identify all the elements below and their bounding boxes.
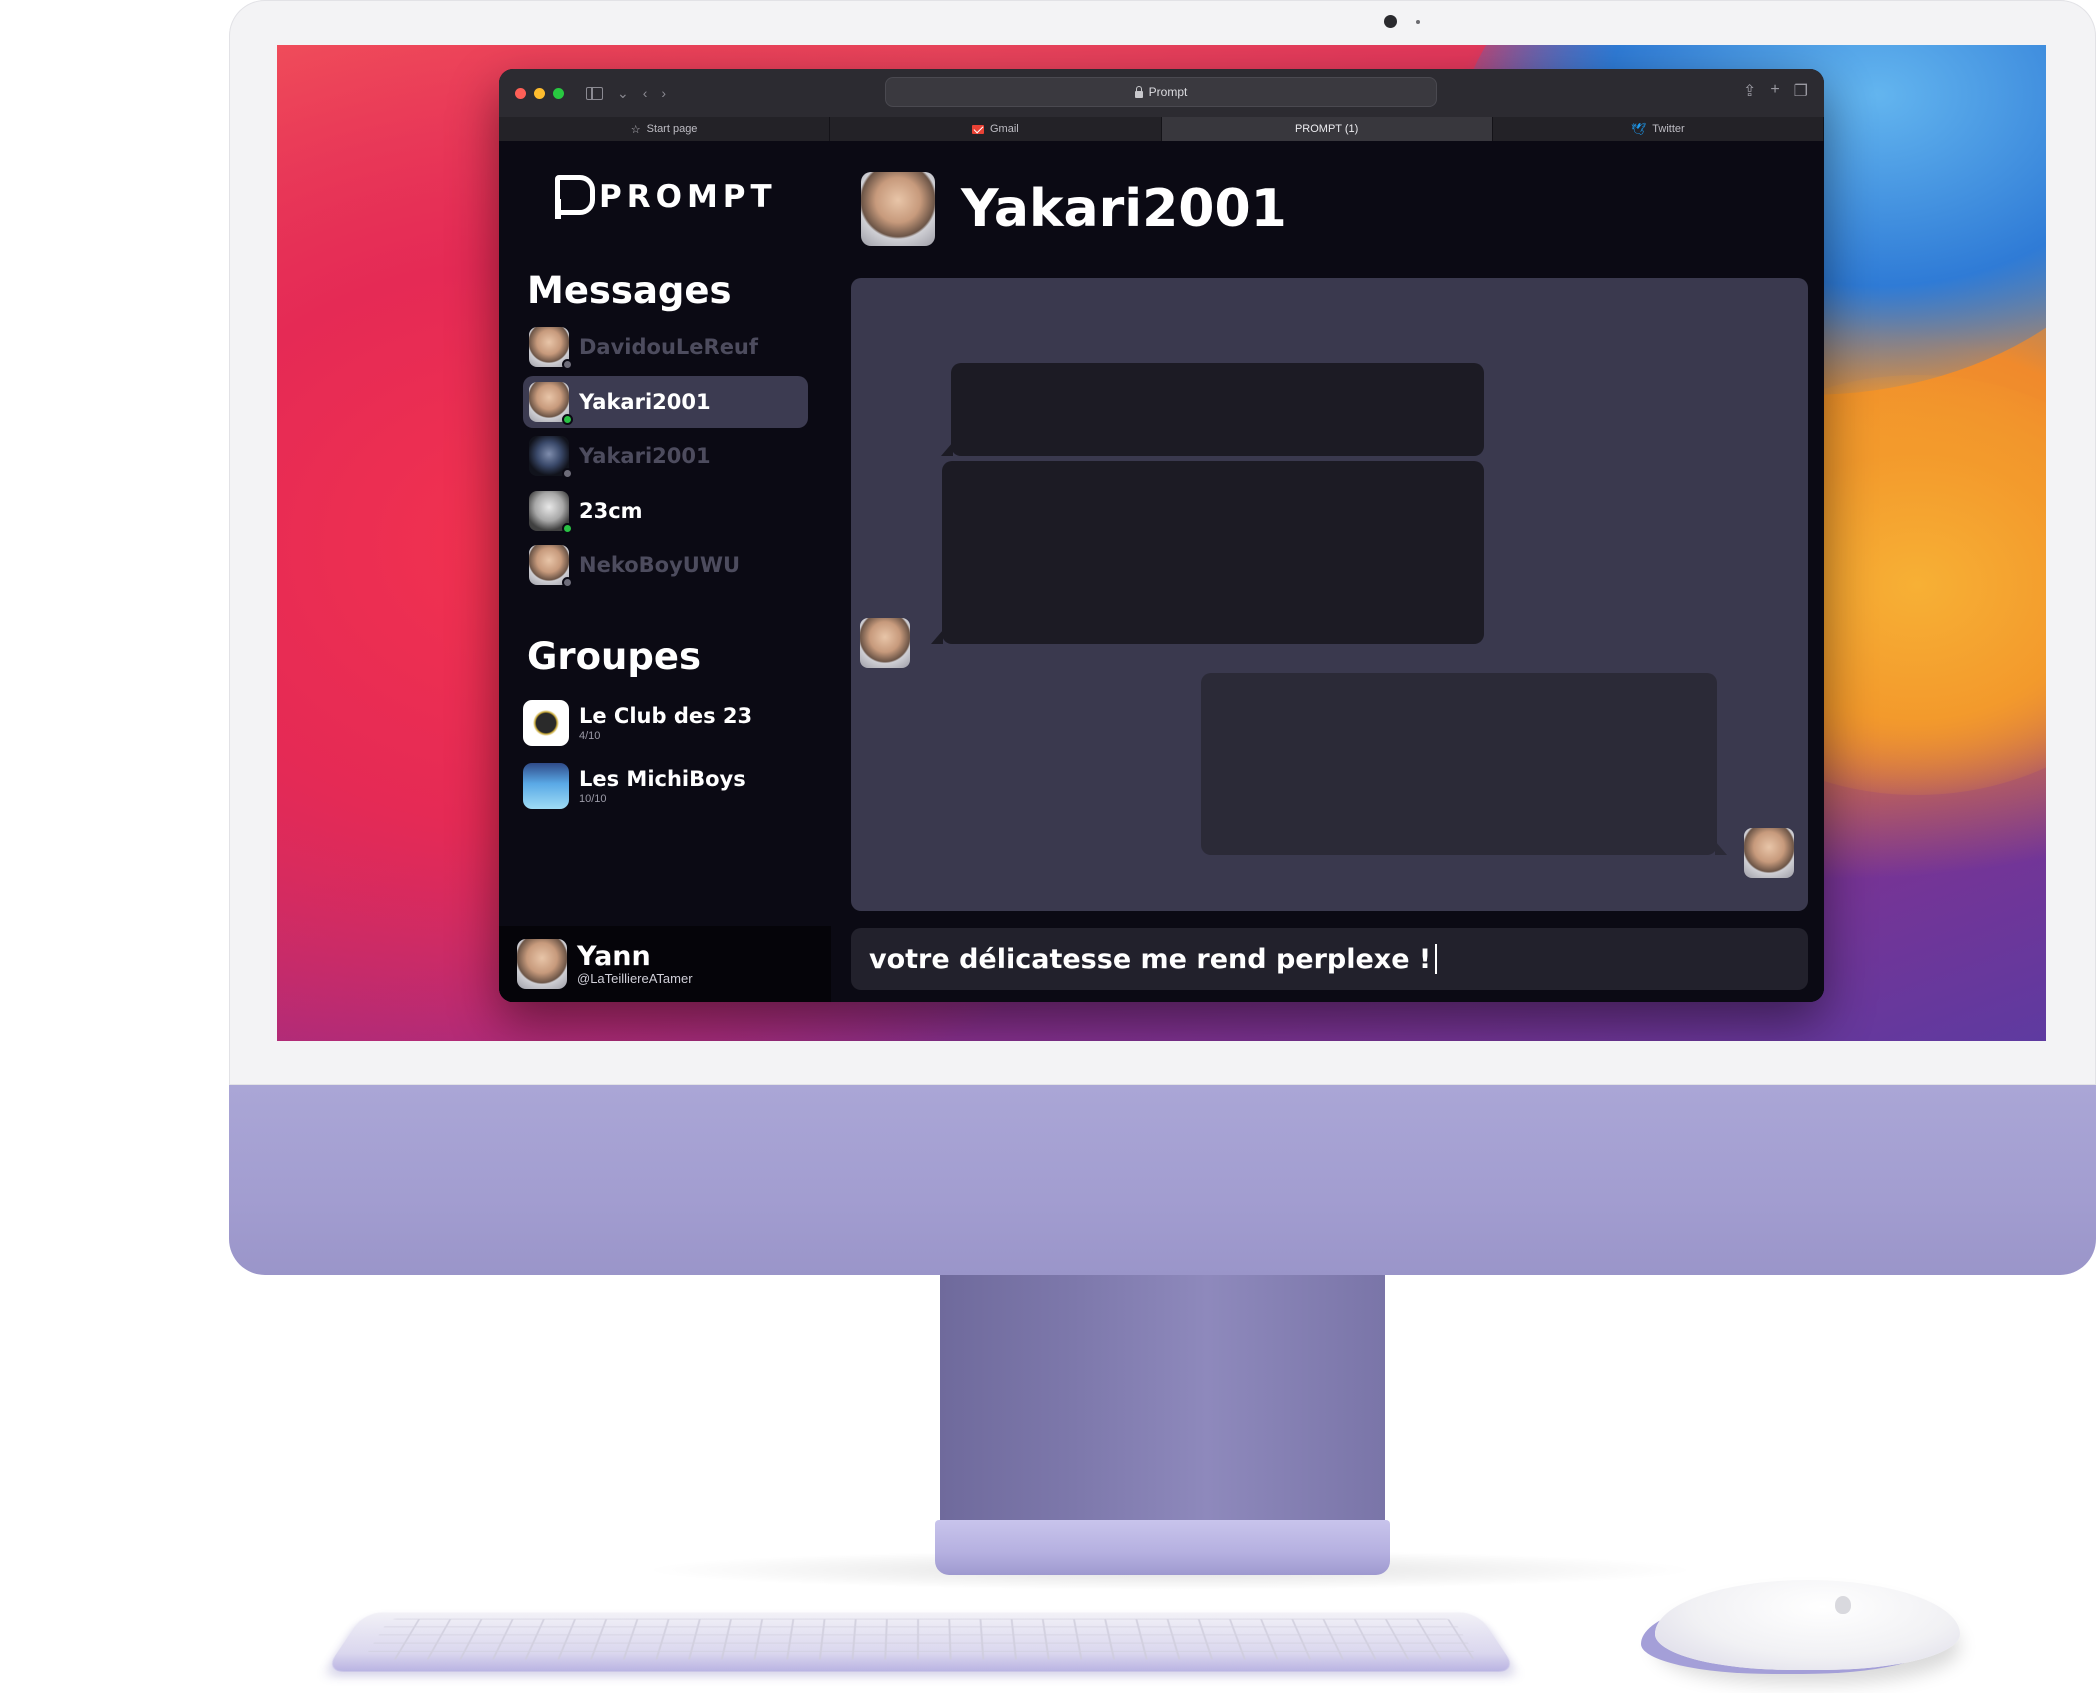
camera-icon [1384,15,1397,28]
contact-name: DavidouLeReuf [579,335,759,359]
chat-panel: Yakari2001 votre délicatesse me rend per… [831,141,1824,1002]
browser-window: ⌄ ‹ › Prompt ⇪ + ❐ ☆ Start page Gmail PR… [499,69,1824,1002]
tab-gmail[interactable]: Gmail [830,117,1162,141]
contact-name: NekoBoyUWU [579,553,741,577]
group-member-count: 10/10 [579,793,607,805]
contact-item-davidoulereuf[interactable]: DavidouLeReuf [523,321,808,373]
contact-name: Yakari2001 [579,389,711,414]
minimize-window-button[interactable] [534,87,545,99]
contact-item-nekoboyuwu[interactable]: NekoBoyUWU [523,539,808,591]
group-text: Le Club des 23 4/10 [579,704,752,742]
sidebar-toggle-icon[interactable] [586,86,603,100]
apple-logo-icon [1835,1596,1851,1614]
own-avatar [1744,828,1794,878]
lock-icon [1134,85,1143,98]
contact-item-yakari2001-alt[interactable]: Yakari2001 [523,430,808,482]
status-online-indicator [562,413,573,425]
star-icon: ☆ [630,123,641,136]
share-icon[interactable]: ⇪ [1743,81,1756,101]
imac-stand [940,1275,1385,1540]
camera-indicator [1416,20,1420,24]
group-avatar [523,763,569,809]
group-item-les-michiboys[interactable]: Les MichiBoys 10/10 [523,756,808,816]
message-thread[interactable] [851,278,1808,911]
logo-text: PROMPT [599,179,777,215]
group-text: Les MichiBoys 10/10 [579,767,746,805]
avatar-wrapper [529,490,573,534]
keyboard [324,1612,1518,1672]
tab-label: Gmail [990,123,1019,135]
chat-title: Yakari2001 [961,179,1287,239]
status-offline-indicator [562,577,573,588]
prompt-logo[interactable]: PROMPT [555,175,777,219]
group-name: Le Club des 23 [579,704,753,728]
group-list: Le Club des 23 4/10 Les MichiBoys 10/10 [523,693,808,819]
contact-name: Yakari2001 [579,444,711,468]
chat-avatar[interactable] [861,172,935,246]
forward-icon[interactable]: › [661,85,666,101]
new-tab-icon[interactable]: + [1770,81,1779,101]
tab-label: PROMPT (1) [1294,123,1359,135]
prompt-logo-icon [555,175,595,219]
group-name: Les MichiBoys [579,767,746,791]
toolbar-actions: ⇪ + ❐ [1743,81,1808,101]
twitter-icon: 🕊 [1631,122,1647,136]
tab-bar: ☆ Start page Gmail PROMPT (1) 🕊 Twitter [499,117,1824,141]
keyboard-keys [363,1618,1479,1660]
chat-header: Yakari2001 [861,172,1287,246]
sent-message-bubble[interactable] [1201,673,1727,855]
sender-avatar [860,618,910,668]
address-bar[interactable]: Prompt [885,77,1437,107]
tab-prompt[interactable]: PROMPT (1) [1161,117,1493,141]
status-offline-indicator [562,359,573,370]
tab-start-page[interactable]: ☆ Start page [499,117,831,141]
browser-titlebar: ⌄ ‹ › Prompt ⇪ + ❐ [499,69,1824,117]
gmail-icon [972,124,984,134]
group-member-count: 4/10 [579,730,601,742]
back-icon[interactable]: ‹ [643,85,648,101]
avatar-wrapper [529,436,573,479]
screen: ⌄ ‹ › Prompt ⇪ + ❐ ☆ Start page Gmail PR… [277,45,2046,1041]
groups-heading: Groupes [527,635,701,678]
status-online-indicator [562,522,573,534]
contact-item-23cm[interactable]: 23cm [523,485,808,537]
received-message-bubble[interactable] [931,461,1484,644]
magic-mouse [1655,1580,1960,1670]
message-input-text: votre délicatesse me rend perplexe ! [869,943,1432,975]
current-user-handle: @LaTeilliereATamer [577,970,693,986]
contact-item-yakari2001[interactable]: Yakari2001 [523,375,808,428]
zoom-window-button[interactable] [553,87,564,99]
current-user-text: Yann @LaTeilliereATamer [577,940,693,986]
current-user-panel[interactable]: Yann @LaTeilliereATamer [499,926,831,1002]
chevron-down-icon[interactable]: ⌄ [617,85,629,102]
status-offline-indicator [562,468,573,479]
avatar-wrapper [529,381,573,425]
received-message-bubble[interactable] [941,363,1484,456]
imac-chin [229,1085,2096,1275]
avatar-wrapper [529,327,573,370]
text-caret [1435,944,1438,974]
group-avatar [523,700,569,746]
tab-label: Start page [646,123,698,135]
close-window-button[interactable] [515,87,526,99]
avatar-wrapper [529,545,573,588]
prompt-app: PROMPT Messages DavidouLeReuf Yakari2001… [499,141,1824,1002]
tab-label: Twitter [1652,123,1685,135]
tab-overview-icon[interactable]: ❐ [1794,81,1808,101]
message-input[interactable]: votre délicatesse me rend perplexe ! [851,928,1808,990]
sidebar: PROMPT Messages DavidouLeReuf Yakari2001… [499,141,831,1002]
navigation-controls: ⌄ ‹ › [586,85,666,102]
group-item-le-club-des-23[interactable]: Le Club des 23 4/10 [523,693,808,753]
messages-heading: Messages [527,269,732,312]
contact-list: DavidouLeReuf Yakari2001 Yakari2001 23cm… [523,321,808,594]
window-controls [515,87,564,99]
imac-stand-foot [935,1520,1390,1575]
contact-name: 23cm [579,498,643,523]
avatar [517,939,567,989]
current-user-name: Yann [577,940,651,972]
address-bar-text: Prompt [1148,85,1188,99]
tab-twitter[interactable]: 🕊 Twitter [1493,117,1824,141]
